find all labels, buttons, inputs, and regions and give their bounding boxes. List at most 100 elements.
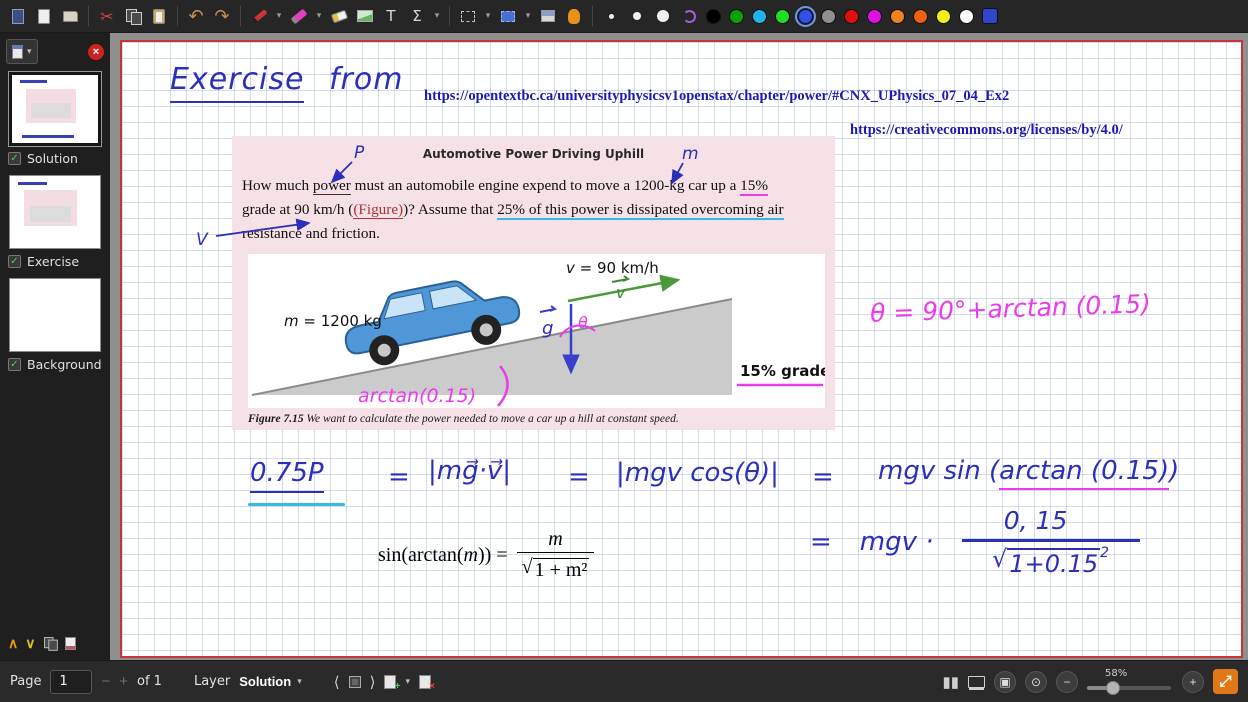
stamp-icon: [349, 676, 361, 688]
status-bar: Page − + of 1 Layer Solution ▾ ⟨ ⟩ + ▾ ×…: [0, 660, 1248, 702]
slider-handle[interactable]: [1106, 681, 1120, 695]
page-number-input[interactable]: [50, 670, 92, 694]
page-icon: +: [384, 675, 396, 689]
select-rect-icon[interactable]: [496, 3, 520, 29]
delete-layer-button[interactable]: ×: [419, 675, 431, 689]
medium-dot-icon: [633, 12, 641, 20]
layer-toggle-background[interactable]: ✓ Background: [6, 352, 104, 372]
vertical-space-tool-icon[interactable]: [536, 3, 560, 29]
open-folder-icon[interactable]: [58, 3, 82, 29]
color-swatch-orange[interactable]: [890, 9, 905, 24]
layer-label: Exercise: [27, 254, 79, 269]
redo-icon[interactable]: ↷: [210, 3, 234, 29]
folder-icon: [63, 11, 78, 22]
document-page[interactable]: Exercise from https://opentextbc.ca/univ…: [120, 40, 1243, 658]
prev-annotated-page-button[interactable]: ⟨: [334, 673, 340, 691]
copy-page-button[interactable]: [43, 636, 58, 651]
color-swatch-red[interactable]: [844, 9, 859, 24]
cut-icon[interactable]: ✂: [95, 3, 119, 29]
color-swatch-lime[interactable]: [775, 9, 790, 24]
color-picker-icon[interactable]: [982, 8, 998, 24]
presentation-mode-button[interactable]: [968, 676, 985, 688]
checkbox-checked-icon[interactable]: ✓: [8, 358, 21, 371]
zoom-original-button[interactable]: ⊙: [1025, 671, 1047, 693]
theta-label: θ: [578, 313, 588, 332]
add-layer-button[interactable]: +: [384, 675, 396, 689]
rect-select-icon: [501, 11, 515, 22]
text-tool-icon[interactable]: T: [379, 3, 403, 29]
layer-toggle-solution[interactable]: ✓ Solution: [6, 146, 104, 166]
layer-thumbnail-exercise[interactable]: [9, 175, 101, 249]
copy-icon[interactable]: [121, 3, 145, 29]
thickness-thick-icon[interactable]: [651, 3, 675, 29]
dual-page-view-button[interactable]: ▮▮: [942, 673, 959, 691]
checkbox-checked-icon[interactable]: ✓: [8, 152, 21, 165]
next-annotated-page-button[interactable]: ⟩: [370, 673, 376, 691]
zoom-slider[interactable]: [1087, 681, 1171, 695]
add-layer-dropdown[interactable]: ▾: [405, 676, 410, 687]
pen-dropdown-icon[interactable]: ▾: [273, 3, 285, 29]
select-rect-dropdown-icon[interactable]: ▾: [522, 3, 534, 29]
hand-tool-icon[interactable]: [562, 3, 586, 29]
body-line-2: grade at 90 km/h ((Figure))? Assume that…: [242, 198, 835, 222]
color-swatch-magenta[interactable]: [867, 9, 882, 24]
undo-icon[interactable]: ↶: [184, 3, 208, 29]
paste-icon[interactable]: [147, 3, 171, 29]
color-swatch-gray[interactable]: [821, 9, 836, 24]
shape-recognizer-icon[interactable]: [677, 3, 701, 29]
eq2-equals: =: [810, 527, 832, 557]
page-decrement-button[interactable]: −: [101, 673, 110, 690]
scroll-up-button[interactable]: ∧: [8, 635, 18, 652]
layer-label: Layer: [194, 674, 230, 689]
page-template-button[interactable]: [65, 637, 76, 650]
eraser-tool-icon[interactable]: [327, 3, 351, 29]
image-tool-icon[interactable]: [353, 3, 377, 29]
layer-selector[interactable]: Solution ▾: [239, 674, 302, 689]
pen-tool-icon[interactable]: [247, 3, 271, 29]
color-swatch-dark-orange[interactable]: [913, 9, 928, 24]
zoom-out-button[interactable]: −: [1056, 671, 1078, 693]
xournalpp-window: ✂ ↶ ↷ ▾ ▾ T Σ ▾ ▾ ▾: [0, 0, 1248, 702]
save-document-icon[interactable]: [32, 3, 56, 29]
thickness-fine-icon[interactable]: [599, 3, 623, 29]
sidebar-mode-button[interactable]: ▾: [6, 39, 38, 64]
eq1-equals-3: =: [812, 462, 834, 492]
color-swatch-green[interactable]: [729, 9, 744, 24]
color-swatch-black[interactable]: [706, 9, 721, 24]
sidebar-header: ▾ ×: [6, 39, 104, 64]
color-swatch-white[interactable]: [959, 9, 974, 24]
page-template-icon-button[interactable]: [349, 676, 361, 688]
color-swatch-yellow[interactable]: [936, 9, 951, 24]
fullscreen-button[interactable]: ⤢: [1213, 669, 1238, 694]
thickness-medium-icon[interactable]: [625, 3, 649, 29]
zoom-fit-button[interactable]: ▣: [994, 671, 1016, 693]
color-swatch-cyan[interactable]: [752, 9, 767, 24]
math-dropdown-icon[interactable]: ▾: [431, 3, 443, 29]
plus-badge-icon: +: [395, 681, 401, 692]
eq2-fraction: 0, 15 √1+0.152: [962, 506, 1140, 578]
select-dropdown-icon[interactable]: ▾: [482, 3, 494, 29]
sidebar-close-button[interactable]: ×: [88, 44, 104, 60]
figure-reference-link[interactable]: (Figure): [353, 201, 403, 219]
scroll-down-button[interactable]: ∨: [25, 635, 35, 652]
layer-thumbnail-solution[interactable]: [9, 72, 101, 146]
license-link[interactable]: https://creativecommons.org/licenses/by/…: [850, 122, 1123, 139]
highlighter-dropdown-icon[interactable]: ▾: [313, 3, 325, 29]
canvas-area[interactable]: Exercise from https://opentextbc.ca/univ…: [110, 33, 1248, 660]
eq2: = mgv · 0, 15 √1+0.152: [810, 506, 1140, 578]
select-region-icon[interactable]: [456, 3, 480, 29]
copy-pages-icon: [126, 9, 141, 24]
new-document-icon[interactable]: [6, 3, 30, 29]
math-tex-tool-icon[interactable]: Σ: [405, 3, 429, 29]
highlighter-tool-icon[interactable]: [287, 3, 311, 29]
main-toolbar: ✂ ↶ ↷ ▾ ▾ T Σ ▾ ▾ ▾: [0, 0, 1248, 33]
checkbox-checked-icon[interactable]: ✓: [8, 255, 21, 268]
gravity-vector-label: g: [542, 318, 553, 339]
layer-toggle-exercise[interactable]: ✓ Exercise: [6, 249, 104, 269]
source-link[interactable]: https://opentextbc.ca/universityphysicsv…: [424, 88, 1009, 105]
zoom-in-button[interactable]: +: [1182, 671, 1204, 693]
layer-thumbnail-background[interactable]: [9, 278, 101, 352]
page-increment-button[interactable]: +: [119, 673, 128, 690]
close-icon: ×: [88, 44, 104, 60]
color-swatch-blue-selected[interactable]: [798, 9, 813, 24]
